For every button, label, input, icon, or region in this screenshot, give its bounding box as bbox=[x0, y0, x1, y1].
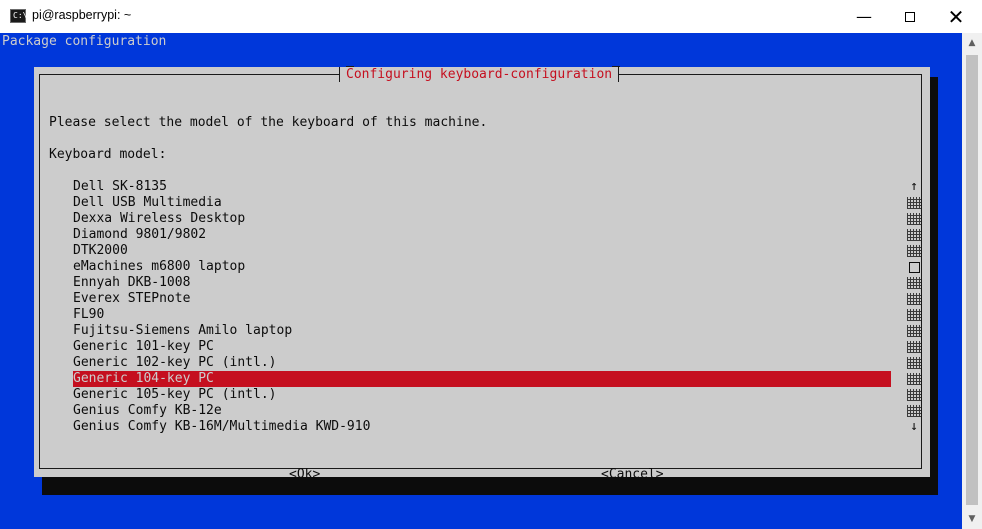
config-dialog: Configuring keyboard-configuration Pleas… bbox=[34, 66, 930, 482]
list-item[interactable]: Ennyah DKB-1008 bbox=[73, 275, 891, 291]
window-title: pi@raspberrypi: ~ bbox=[32, 8, 132, 22]
window-scrollbar[interactable]: ▲ ▼ bbox=[962, 33, 982, 529]
minimize-icon: — bbox=[856, 7, 872, 26]
list-item[interactable]: Fujitsu-Siemens Amilo laptop bbox=[73, 323, 891, 339]
scroll-track bbox=[907, 405, 921, 417]
terminal-area[interactable]: Package configuration Configuring keyboa… bbox=[0, 33, 962, 529]
list-scrollbar[interactable]: ↑ ↓ bbox=[906, 179, 922, 435]
scroll-track bbox=[907, 293, 921, 305]
scroll-track bbox=[907, 245, 921, 257]
list-item[interactable]: Dell USB Multimedia bbox=[73, 195, 891, 211]
scroll-track bbox=[907, 309, 921, 321]
list-item[interactable]: eMachines m6800 laptop bbox=[73, 259, 891, 275]
cancel-button[interactable]: <Cancel> bbox=[601, 467, 664, 483]
scroll-track-cell bbox=[906, 307, 922, 323]
backtitle: Package configuration bbox=[2, 34, 167, 49]
list-item[interactable]: Genius Comfy KB-12e bbox=[73, 403, 891, 419]
list-item[interactable]: Everex STEPnote bbox=[73, 291, 891, 307]
dialog-shadow-notch-top bbox=[930, 146, 938, 160]
scroll-track-cell bbox=[906, 211, 922, 227]
scroll-track-cell bbox=[906, 195, 922, 211]
list-item[interactable]: Generic 102-key PC (intl.) bbox=[73, 355, 891, 371]
list-item[interactable]: Diamond 9801/9802 bbox=[73, 227, 891, 243]
dialog-shadow-notch-bottom bbox=[930, 386, 938, 400]
maximize-icon bbox=[905, 11, 915, 22]
list-item[interactable]: Generic 105-key PC (intl.) bbox=[73, 387, 891, 403]
scroll-down-arrow[interactable]: ↓ bbox=[906, 419, 922, 435]
scroll-track bbox=[907, 357, 921, 369]
scroll-track-cell bbox=[906, 243, 922, 259]
scroll-track-cell bbox=[906, 291, 922, 307]
window-titlebar[interactable]: C:\ pi@raspberrypi: ~ — ✕ bbox=[0, 0, 982, 33]
scroll-track-cell bbox=[906, 323, 922, 339]
minimize-button[interactable]: — bbox=[841, 0, 887, 33]
scroll-track bbox=[907, 229, 921, 241]
scroll-thumb[interactable] bbox=[908, 261, 920, 273]
scroll-track bbox=[907, 325, 921, 337]
scroll-track-cell bbox=[906, 355, 922, 371]
scroll-up-arrow-icon[interactable]: ▲ bbox=[962, 35, 982, 51]
scroll-track bbox=[907, 197, 921, 209]
scroll-track-cell bbox=[906, 275, 922, 291]
scroll-track-cell bbox=[906, 371, 922, 387]
list-item[interactable]: FL90 bbox=[73, 307, 891, 323]
scroll-track-cell bbox=[906, 227, 922, 243]
window-scroll-thumb[interactable] bbox=[966, 55, 978, 505]
scroll-track-cell bbox=[906, 339, 922, 355]
scroll-track-cell bbox=[906, 387, 922, 403]
scroll-track bbox=[907, 277, 921, 289]
close-icon: ✕ bbox=[947, 4, 965, 29]
list-item[interactable]: Dell SK-8135 bbox=[73, 179, 891, 195]
dialog-prompt: Please select the model of the keyboard … bbox=[49, 115, 488, 130]
scroll-track-cell bbox=[906, 403, 922, 419]
list-item[interactable]: Genius Comfy KB-16M/Multimedia KWD-910 bbox=[73, 419, 891, 435]
app-icon-text: C:\ bbox=[13, 11, 28, 20]
keyboard-model-label: Keyboard model: bbox=[49, 147, 167, 162]
scroll-track bbox=[907, 373, 921, 385]
list-item[interactable]: Generic 101-key PC bbox=[73, 339, 891, 355]
list-item[interactable]: Dexxa Wireless Desktop bbox=[73, 211, 891, 227]
ok-button[interactable]: <Ok> bbox=[289, 467, 320, 483]
console-app-icon[interactable]: C:\ bbox=[10, 9, 28, 23]
scroll-track bbox=[907, 389, 921, 401]
list-item[interactable]: DTK2000 bbox=[73, 243, 891, 259]
scroll-track bbox=[907, 341, 921, 353]
scroll-thumb-cell bbox=[906, 259, 922, 275]
list-item-selected[interactable]: Generic 104-key PC bbox=[73, 371, 891, 387]
scroll-track bbox=[907, 213, 921, 225]
dialog-title: Configuring keyboard-configuration bbox=[339, 66, 621, 82]
maximize-button[interactable] bbox=[887, 0, 933, 33]
scroll-down-arrow-icon[interactable]: ▼ bbox=[962, 511, 982, 527]
scroll-up-arrow[interactable]: ↑ bbox=[906, 179, 922, 195]
close-button[interactable]: ✕ bbox=[933, 0, 979, 33]
keyboard-model-list[interactable]: Dell SK-8135 Dell USB Multimedia Dexxa W… bbox=[73, 179, 891, 435]
